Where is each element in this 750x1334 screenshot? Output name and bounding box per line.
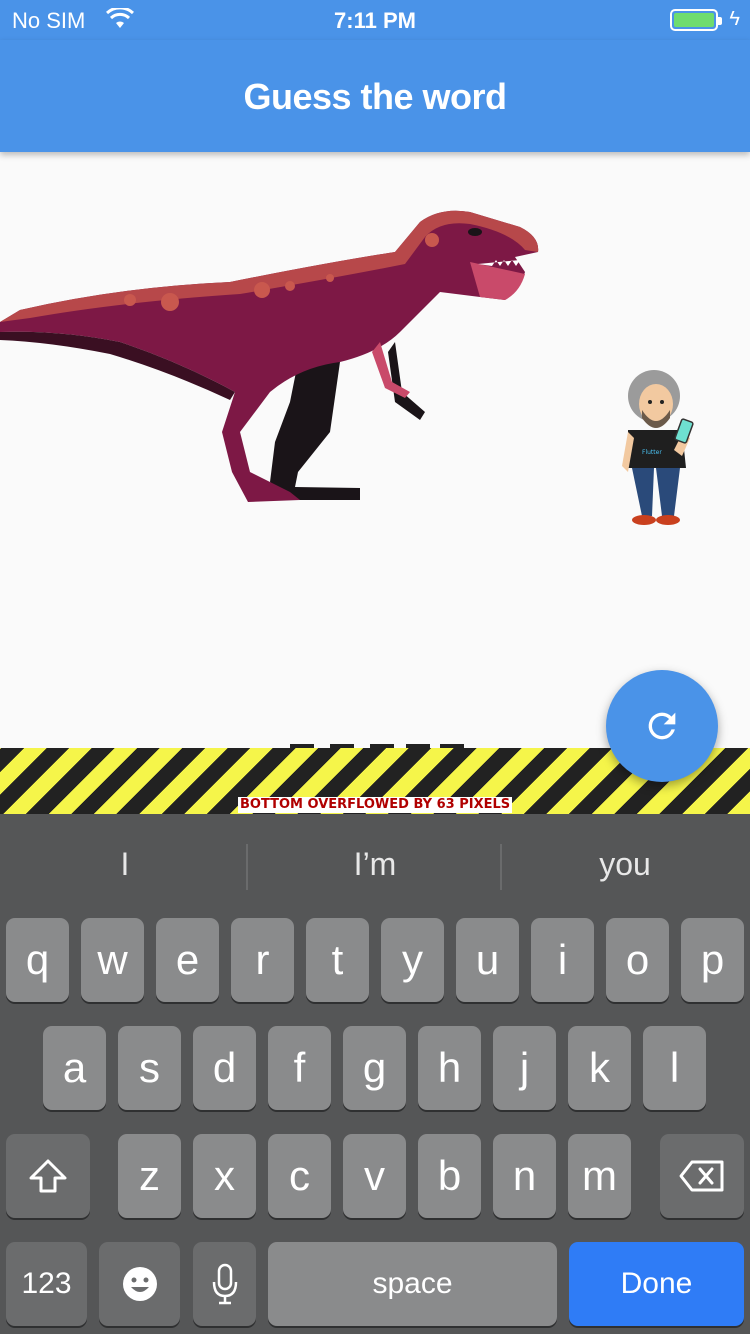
key-u[interactable]: u	[456, 918, 519, 1002]
key-o[interactable]: o	[606, 918, 669, 1002]
key-y[interactable]: y	[381, 918, 444, 1002]
backspace-icon	[679, 1160, 724, 1192]
game-area: Flutter	[0, 152, 750, 748]
key-e[interactable]: e	[156, 918, 219, 1002]
svg-text:Flutter: Flutter	[642, 449, 662, 456]
app-bar: Guess the word	[0, 40, 750, 152]
overflow-warning-label: BOTTOM OVERFLOWED BY 63 PIXELS	[238, 797, 513, 813]
developer-illustration: Flutter	[622, 370, 694, 525]
shift-key[interactable]	[6, 1134, 90, 1218]
key-p[interactable]: p	[681, 918, 744, 1002]
key-h[interactable]: h	[418, 1026, 481, 1110]
status-time: 7:11 PM	[334, 8, 416, 33]
key-x[interactable]: x	[193, 1134, 256, 1218]
suggestion-item[interactable]: I’m	[250, 846, 500, 883]
microphone-key[interactable]	[193, 1242, 256, 1326]
shift-icon	[29, 1159, 67, 1193]
suggestion-item[interactable]: you	[500, 846, 750, 883]
key-l[interactable]: l	[643, 1026, 706, 1110]
space-key[interactable]: space	[268, 1242, 557, 1326]
key-v[interactable]: v	[343, 1134, 406, 1218]
done-key[interactable]: Done	[569, 1242, 744, 1326]
key-r[interactable]: r	[231, 918, 294, 1002]
key-q[interactable]: q	[6, 918, 69, 1002]
key-s[interactable]: s	[118, 1026, 181, 1110]
key-m[interactable]: m	[568, 1134, 631, 1218]
emoji-key[interactable]	[99, 1242, 180, 1326]
key-k[interactable]: k	[568, 1026, 631, 1110]
backspace-key[interactable]	[660, 1134, 744, 1218]
key-n[interactable]: n	[493, 1134, 556, 1218]
key-c[interactable]: c	[268, 1134, 331, 1218]
trex-illustration	[0, 210, 539, 502]
key-b[interactable]: b	[418, 1134, 481, 1218]
key-g[interactable]: g	[343, 1026, 406, 1110]
key-j[interactable]: j	[493, 1026, 556, 1110]
key-i[interactable]: i	[531, 918, 594, 1002]
refresh-icon	[648, 712, 676, 740]
suggestion-item[interactable]: I	[0, 846, 250, 883]
numbers-key[interactable]: 123	[6, 1242, 87, 1326]
suggestion-bar: I I’m you	[0, 814, 750, 914]
suggestion-divider	[246, 844, 248, 890]
key-f[interactable]: f	[268, 1026, 331, 1110]
keyboard: I I’m you q w e r t y u i o p a s d f g …	[0, 814, 750, 1334]
battery-icon	[670, 9, 722, 31]
key-t[interactable]: t	[306, 918, 369, 1002]
key-d[interactable]: d	[193, 1026, 256, 1110]
microphone-icon	[212, 1263, 237, 1305]
charging-bolt-icon: ϟ	[729, 8, 740, 30]
key-a[interactable]: a	[43, 1026, 106, 1110]
key-w[interactable]: w	[81, 918, 144, 1002]
key-z[interactable]: z	[118, 1134, 181, 1218]
page-title: Guess the word	[243, 76, 507, 117]
status-bar: No SIM 7:11 PM ϟ	[0, 0, 750, 40]
refresh-button[interactable]	[606, 670, 718, 782]
emoji-icon	[122, 1267, 157, 1301]
